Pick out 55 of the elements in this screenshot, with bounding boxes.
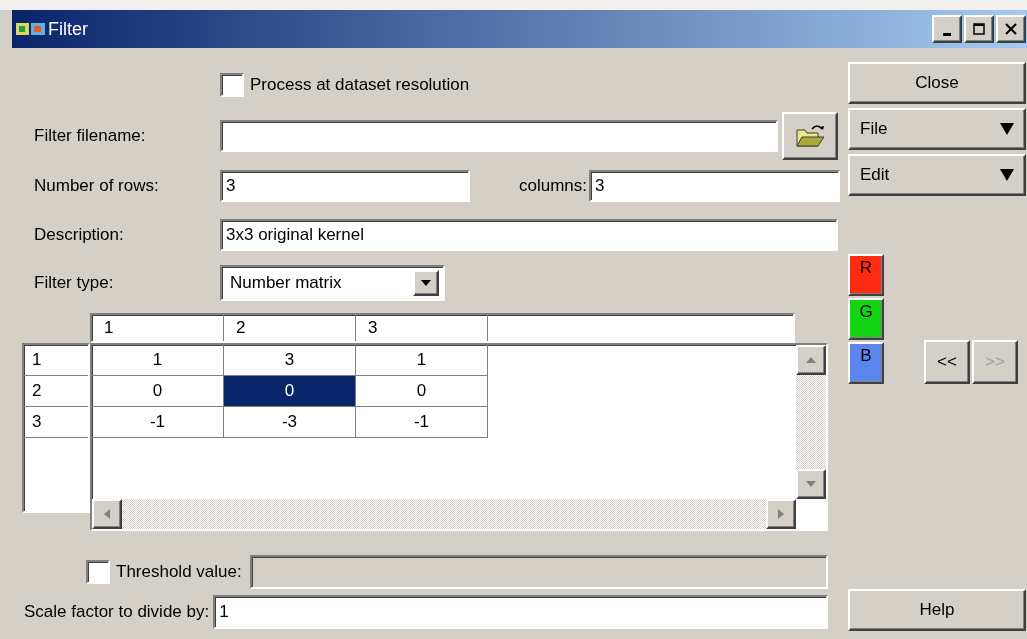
nav-button[interactable]: <<	[924, 340, 970, 384]
field-label: Filter type:	[33, 273, 115, 293]
rows-input[interactable]: 3	[220, 170, 470, 202]
folder-icon	[794, 122, 826, 150]
close-icon	[1005, 23, 1017, 35]
minimize-button[interactable]	[932, 15, 962, 43]
matrix-cell[interactable]: 1	[356, 345, 488, 376]
caret-icon	[421, 280, 431, 286]
row-header: 1	[24, 345, 88, 376]
field-label: Filter filename:	[33, 126, 147, 146]
matrix-cell[interactable]: 0	[224, 376, 356, 407]
left-arrow-icon	[104, 509, 110, 519]
checkbox-label: Threshold value:	[116, 562, 242, 582]
window-title: Filter	[48, 18, 88, 40]
field-label: Number of rows:	[33, 176, 160, 196]
maximize-icon	[973, 23, 985, 35]
close-window-button[interactable]	[996, 15, 1026, 43]
column-header: 3	[356, 315, 488, 341]
checkbox[interactable]	[220, 73, 244, 97]
file-menu-button[interactable]: File	[848, 108, 1026, 150]
matrix-cell[interactable]: -1	[92, 407, 224, 438]
up-arrow-icon	[806, 357, 816, 363]
maximize-button[interactable]	[964, 15, 994, 43]
edit-menu-button[interactable]: Edit	[848, 154, 1026, 196]
matrix-cell[interactable]: 1	[92, 345, 224, 376]
caret-icon	[1000, 123, 1014, 135]
column-header: 2	[224, 315, 356, 341]
scale-factor-input[interactable]: 1	[213, 595, 828, 629]
row-header: 2	[24, 376, 88, 407]
filter-type-dropdown[interactable]: Number matrix	[220, 265, 445, 301]
checkbox-label: Process at dataset resolution	[250, 75, 470, 95]
columns-input[interactable]: 3	[589, 170, 840, 202]
close-button[interactable]: Close	[848, 62, 1026, 104]
horizontal-scrollbar[interactable]	[92, 499, 796, 529]
matrix-cell[interactable]: -1	[356, 407, 488, 438]
channel-button[interactable]: R	[848, 254, 884, 296]
column-header: 1	[92, 315, 224, 341]
matrix-cell[interactable]: -3	[224, 407, 356, 438]
matrix-cell[interactable]: 0	[356, 376, 488, 407]
channel-button[interactable]: B	[848, 342, 884, 384]
app-icon	[16, 21, 46, 37]
field-label: Description:	[33, 225, 125, 245]
channel-button[interactable]: G	[848, 298, 884, 340]
help-button[interactable]: Help	[848, 589, 1026, 631]
vertical-scrollbar[interactable]	[796, 345, 826, 499]
caret-icon	[1000, 169, 1014, 181]
filename-field[interactable]	[220, 120, 778, 152]
field-label: Scale factor to divide by:	[24, 602, 210, 622]
open-file-button[interactable]	[782, 112, 838, 160]
minimize-icon	[943, 32, 951, 36]
right-arrow-icon	[778, 509, 784, 519]
description-input[interactable]: 3x3 original kernel	[220, 219, 838, 251]
field-label: columns:	[517, 176, 588, 196]
row-header: 3	[24, 407, 88, 438]
down-arrow-icon	[806, 481, 816, 487]
